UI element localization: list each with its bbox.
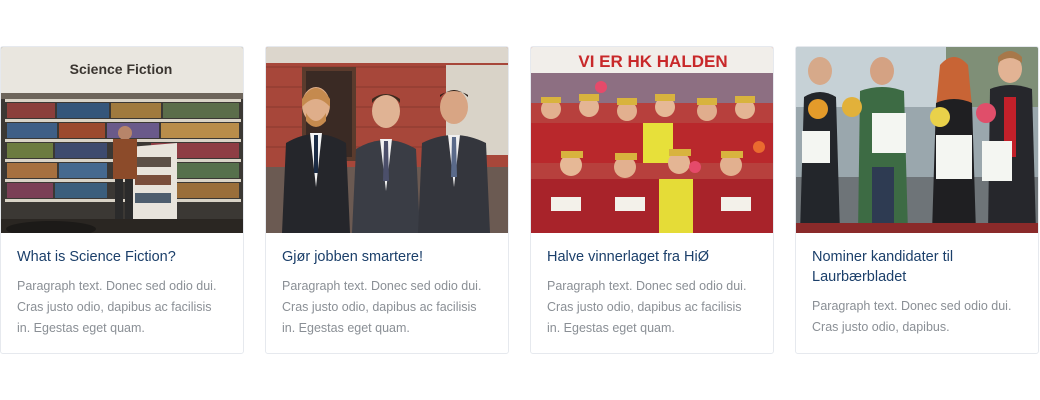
- card-halve-vinnerlaget[interactable]: VI ER HK HALDEN Halve vinnerlaget fra Hi…: [530, 46, 774, 354]
- card-image-handball-team[interactable]: VI ER HK HALDEN: [531, 47, 773, 233]
- card-title[interactable]: Gjør jobben smartere!: [282, 247, 492, 267]
- card-title[interactable]: What is Science Fiction?: [17, 247, 227, 267]
- card-image-bookstore[interactable]: Science Fiction: [1, 47, 243, 233]
- card-title[interactable]: Halve vinnerlaget fra HiØ: [547, 247, 757, 267]
- team-banner: VI ER HK HALDEN: [578, 52, 727, 71]
- card-nominer-kandidater[interactable]: Nominer kandidater til Laurbærbladet Par…: [795, 46, 1039, 354]
- card-text: Paragraph text. Donec sed odio dui. Cras…: [547, 279, 747, 335]
- card-science-fiction[interactable]: Science Fiction What is Science Fiction?…: [0, 46, 244, 354]
- card-image-graduates[interactable]: [796, 47, 1038, 233]
- card-text: Paragraph text. Donec sed odio dui. Cras…: [812, 299, 1012, 334]
- bookstore-sign: Science Fiction: [70, 61, 173, 77]
- card-gjor-jobben[interactable]: Gjør jobben smartere! Paragraph text. Do…: [265, 46, 509, 354]
- card-grid: Science Fiction What is Science Fiction?…: [0, 0, 1040, 400]
- card-text: Paragraph text. Donec sed odio dui. Cras…: [17, 279, 217, 335]
- card-image-three-men[interactable]: [266, 47, 508, 233]
- card-text: Paragraph text. Donec sed odio dui. Cras…: [282, 279, 482, 335]
- card-title[interactable]: Nominer kandidater til Laurbærbladet: [812, 247, 1022, 287]
